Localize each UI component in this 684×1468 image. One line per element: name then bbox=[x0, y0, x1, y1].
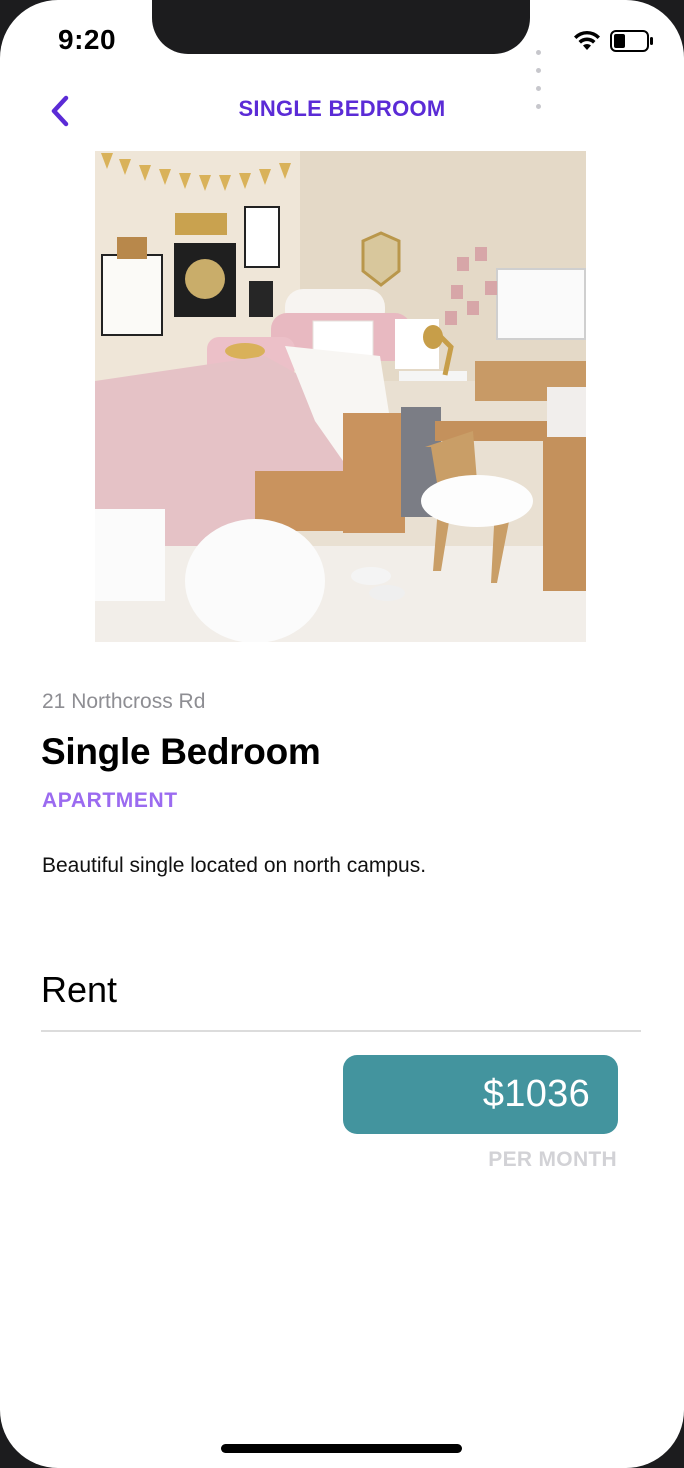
listing-description: Beautiful single located on north campus… bbox=[42, 854, 427, 877]
divider bbox=[41, 1030, 641, 1032]
nav-title: SINGLE BEDROOM bbox=[238, 96, 446, 121]
listing-address: 21 Northcross Rd bbox=[42, 690, 206, 713]
listing-title: Single Bedroom bbox=[41, 731, 321, 772]
home-indicator[interactable] bbox=[221, 1444, 462, 1453]
rent-heading: Rent bbox=[41, 969, 118, 1010]
phone-screen: 9:20 SINGLE BEDROOM 21 Northcross Rd Sin… bbox=[0, 0, 684, 1468]
listing-photo bbox=[95, 151, 586, 642]
device-notch bbox=[152, 0, 530, 54]
rent-price-button[interactable]: $1036 bbox=[343, 1055, 618, 1134]
rent-price: $1036 bbox=[482, 1073, 590, 1115]
wifi-icon bbox=[574, 30, 600, 50]
battery-icon bbox=[610, 30, 653, 52]
rent-period-label: PER MONTH bbox=[488, 1148, 617, 1171]
listing-category: APARTMENT bbox=[42, 789, 178, 812]
status-time: 9:20 bbox=[58, 24, 117, 55]
